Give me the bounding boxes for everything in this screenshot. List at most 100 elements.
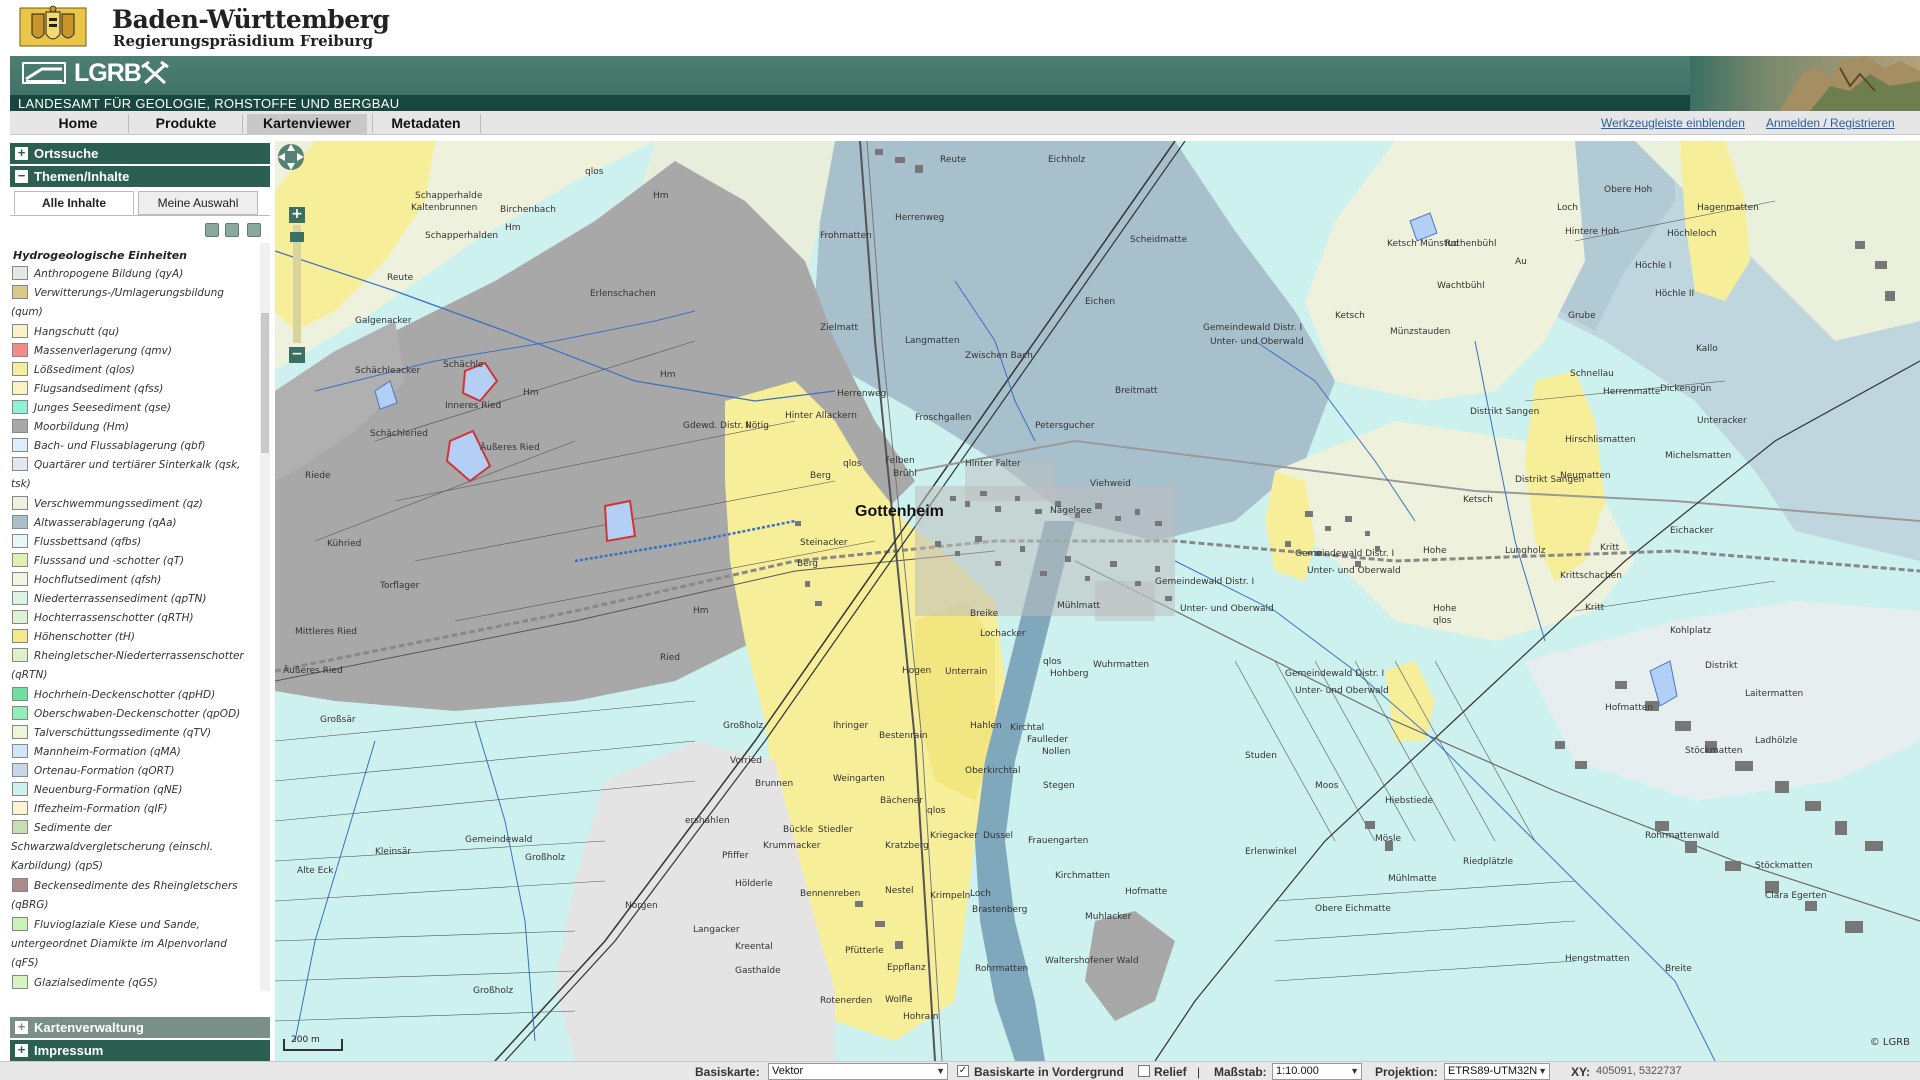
nav-tab-home[interactable]: Home <box>34 114 122 134</box>
tab-meine-auswahl[interactable]: Meine Auswahl <box>138 191 258 215</box>
panel-impressum[interactable]: + Impressum <box>10 1040 270 1061</box>
map-place-label: Münstud <box>1420 239 1459 249</box>
map-place-label: Höchleloch <box>1667 229 1717 239</box>
map-place-label: Gasthalde <box>735 966 781 976</box>
legend-label: Hochterrassenschotter (qRTH) <box>34 612 194 624</box>
legend-item[interactable]: Flusssand und -schotter (qT) <box>12 552 260 571</box>
nav-tab-kartenviewer[interactable]: Kartenviewer <box>247 114 367 134</box>
legend-item[interactable]: Beckensedimente des Rheingletschers (qBRG… <box>11 877 260 915</box>
legend-item[interactable]: Iffezheim-Formation (qIF) <box>12 800 260 819</box>
massstab-value: 1:10.000 <box>1276 1065 1319 1077</box>
legend-item[interactable]: Quartärer und tertiärer Sinterkalk (qsk,… <box>11 456 260 494</box>
legend-item[interactable]: Mannheim-Formation (qMA) <box>12 743 260 762</box>
map-place-label: Berg <box>810 471 831 481</box>
legend-item[interactable]: Verwitterungs-/Umlagerungsbildung (qum) <box>11 284 260 322</box>
map-place-label: qlos <box>927 806 946 816</box>
map-place-label: Gemeindewald Distr. I <box>1203 323 1303 333</box>
legend-scrollbar[interactable] <box>260 243 270 991</box>
basiskarte-select[interactable]: Vektor ▼ <box>768 1063 948 1080</box>
zoom-slider-track[interactable] <box>290 225 304 343</box>
legend-scrollbar-thumb[interactable] <box>261 313 269 453</box>
login-register-link[interactable]: Anmelden / Registrieren <box>1766 116 1895 130</box>
map-place-label: Erlenwinkel <box>1245 847 1297 857</box>
legend-item[interactable]: Höhenschotter (tH) <box>12 628 260 647</box>
legend-item[interactable]: Neuenburg-Formation (qNE) <box>12 781 260 800</box>
legend-label-continued: tsk) <box>11 478 31 490</box>
map-viewport[interactable]: qlos Schapperhalde Kaltenbrunnen Schapperha… <box>275 141 1920 1061</box>
pan-control-icon[interactable] <box>275 141 307 173</box>
legend-swatch <box>12 706 28 720</box>
zoom-control: + − <box>289 207 305 363</box>
toolbar-toggle-link[interactable]: Werkzeugleiste einblenden <box>1601 116 1745 130</box>
panel-ortssuche[interactable]: + Ortssuche <box>10 143 270 164</box>
panel-kartenverwaltung[interactable]: + Kartenverwaltung <box>10 1017 270 1038</box>
legend-item[interactable]: Rheingletscher-Niederterrassenschotter (q… <box>11 647 260 685</box>
legend-item[interactable]: Ortenau-Formation (qORT) <box>12 762 260 781</box>
map-place-label: Kohlplatz <box>1670 626 1712 636</box>
legend-label-continued: (qum) <box>11 306 43 318</box>
legend-item[interactable]: Fluvioglaziale Kiese und Sande, untergeor… <box>11 916 260 973</box>
legend-item[interactable]: Altwasserablagerung (qAa) <box>12 514 260 533</box>
map-place-label: Hm <box>693 606 709 616</box>
legend-item[interactable]: Verschwemmungssediment (qz) <box>12 495 260 514</box>
massstab-select[interactable]: 1:10.000 ▼ <box>1272 1063 1362 1080</box>
legend-swatch <box>12 438 28 452</box>
expand-all-icon[interactable] <box>205 223 219 237</box>
vordergrund-checkbox[interactable]: ✓ <box>957 1065 969 1077</box>
legend-item[interactable]: Hochflutsediment (qfsh) <box>12 571 260 590</box>
legend-item[interactable]: Hangschutt (qu) <box>12 323 260 342</box>
collapse-all-icon[interactable] <box>225 223 239 237</box>
legend-item[interactable]: Sedimente der Schwarzwaldvergletscherung … <box>11 819 260 876</box>
legend-item[interactable]: Junges Seesediment (qse) <box>12 399 260 418</box>
map-place-label: Großholz <box>473 986 514 996</box>
map-place-label: Unter- und Oberwald <box>1210 337 1304 347</box>
legend-label: Anthropogene Bildung (qyA) <box>34 268 184 280</box>
legend-swatch <box>12 917 28 931</box>
panel-themen[interactable]: − Themen/Inhalte <box>10 166 270 187</box>
legend-list: Hydrogeologische Einheiten Anthropogene … <box>10 243 260 991</box>
map-place-label: Grube <box>1568 311 1596 321</box>
tab-alle-inhalte[interactable]: Alle Inhalte <box>14 191 134 215</box>
legend-item[interactable]: Glazialsedimente (qGS) <box>12 974 260 991</box>
legend-item[interactable]: Flussbettsand (qfbs) <box>12 533 260 552</box>
legend-swatch <box>12 820 28 834</box>
map-place-label: Kritt <box>1585 603 1605 613</box>
legend-item[interactable]: Oberschwaben-Deckenschotter (qpOD) <box>12 705 260 724</box>
lgrb-logo: LGRB <box>22 59 169 87</box>
map-place-label: Brastenberg <box>972 905 1028 915</box>
zoom-slider-handle[interactable] <box>290 232 304 242</box>
legend-item[interactable]: Massenverlagerung (qmv) <box>12 342 260 361</box>
legend-swatch <box>12 610 28 624</box>
legend-item[interactable]: Moorbildung (Hm) <box>12 418 260 437</box>
map-place-label: Stöckmatten <box>1685 746 1743 756</box>
legend-item[interactable]: Bach- und Flussablagerung (qbf) <box>12 437 260 456</box>
hammer-pick-icon <box>140 61 169 85</box>
nav-tab-produkte[interactable]: Produkte <box>136 114 236 134</box>
nav-tab-metadaten[interactable]: Metadaten <box>376 114 476 134</box>
projektion-select[interactable]: ETRS89-UTM32N ▼ <box>1444 1063 1550 1080</box>
legend-swatch <box>12 687 28 701</box>
legend-label: Sedimente der <box>34 822 112 834</box>
panel-impressum-label: Impressum <box>34 1043 104 1058</box>
legend-item[interactable]: Hochterrassenschotter (qRTH) <box>12 609 260 628</box>
map-place-label: Langacker <box>693 925 740 935</box>
map-place-label: Froschgallen <box>915 413 972 423</box>
zoom-in-button[interactable]: + <box>289 207 305 223</box>
legend-swatch <box>12 553 28 567</box>
map-place-label: Gdewd. Distr. II <box>683 421 752 431</box>
map-place-label: Krittschachen <box>1560 571 1622 581</box>
relief-checkbox[interactable] <box>1138 1065 1150 1077</box>
projektion-label: Projektion: <box>1375 1065 1438 1079</box>
legend-item[interactable]: Niederterrassensediment (qpTN) <box>12 590 260 609</box>
legend-swatch <box>12 285 28 299</box>
map-place-label: Hogen <box>902 666 932 676</box>
legend-settings-icon[interactable] <box>247 223 261 237</box>
legend-label: Rheingletscher-Niederterrassenschotter <box>34 650 244 662</box>
legend-label: Beckensedimente des Rheingletschers <box>34 880 238 892</box>
legend-item[interactable]: Flugsandsediment (qfss) <box>12 380 260 399</box>
zoom-out-button[interactable]: − <box>289 347 305 363</box>
legend-item[interactable]: Talverschüttungssedimente (qTV) <box>12 724 260 743</box>
legend-item[interactable]: Hochrhein-Deckenschotter (qpHD) <box>12 686 260 705</box>
legend-item[interactable]: Anthropogene Bildung (qyA) <box>12 265 260 284</box>
legend-item[interactable]: Lößsediment (qlos) <box>12 361 260 380</box>
